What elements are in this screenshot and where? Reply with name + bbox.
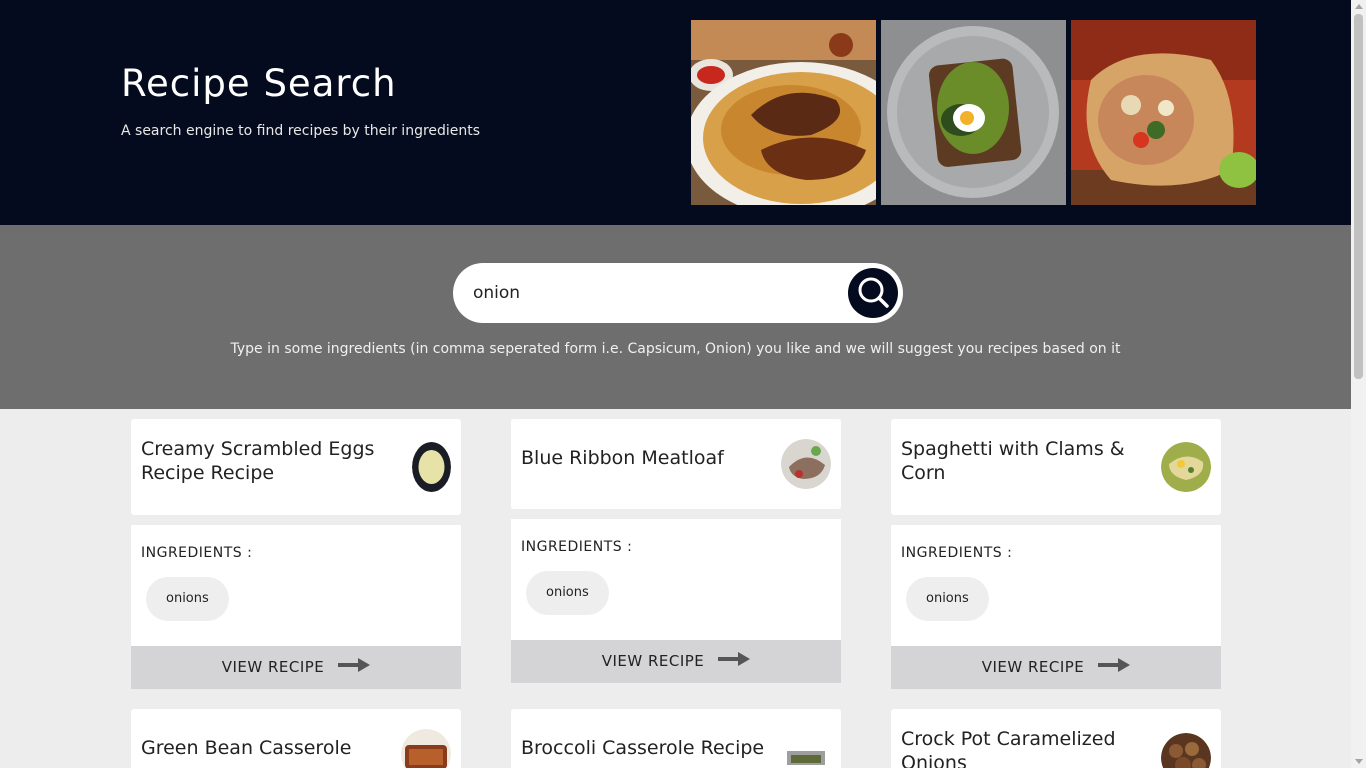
recipe-thumbnail: [401, 729, 451, 768]
ingredient-chip: onions: [146, 577, 229, 621]
ingredients-label: INGREDIENTS :: [901, 545, 1013, 561]
recipe-thumbnail: [412, 442, 451, 492]
recipe-thumbnail: [1161, 442, 1211, 492]
page-subtitle: A search engine to find recipes by their…: [121, 123, 481, 139]
recipe-card-header[interactable]: Crock Pot Caramelized Onions: [891, 709, 1221, 768]
biryani-photo: [691, 20, 876, 205]
view-recipe-label: VIEW RECIPE: [981, 658, 1085, 676]
view-recipe-button[interactable]: VIEW RECIPE: [511, 640, 841, 683]
arrow-right-icon: [338, 646, 371, 689]
recipe-card-header[interactable]: Green Bean Casserole: [131, 709, 461, 768]
avocado-toast-photo: [881, 20, 1066, 205]
arrow-right-icon: [718, 640, 751, 683]
view-recipe-button[interactable]: VIEW RECIPE: [891, 646, 1221, 689]
scroll-down-icon[interactable]: [1355, 759, 1363, 764]
magnifier-icon: [858, 277, 889, 308]
recipe-card-header[interactable]: Spaghetti with Clams & Corn: [891, 419, 1221, 515]
recipe-title: Green Bean Casserole: [141, 737, 352, 759]
scroll-up-icon[interactable]: [1355, 4, 1363, 9]
view-recipe-label: VIEW RECIPE: [221, 658, 325, 676]
recipe-card-header[interactable]: Blue Ribbon Meatloaf: [511, 419, 841, 509]
burrito-photo: [1071, 20, 1256, 205]
recipe-results: Creamy Scrambled Eggs Recipe Recipe INGR…: [0, 409, 1351, 768]
search-bar: [453, 263, 903, 323]
recipe-title: Creamy Scrambled Eggs Recipe Recipe: [141, 438, 375, 484]
scrollbar-thumb[interactable]: [1354, 14, 1363, 379]
page-scrollbar[interactable]: [1351, 0, 1366, 768]
page-title: Recipe Search: [121, 62, 397, 105]
recipe-thumbnail: [781, 439, 831, 489]
search-button[interactable]: [848, 268, 898, 318]
recipe-thumbnail: [1161, 733, 1211, 768]
recipe-title: Broccoli Casserole Recipe: [521, 737, 765, 759]
ingredients-panel: INGREDIENTS : onions: [511, 519, 841, 640]
recipe-thumbnail: [781, 729, 831, 768]
ingredient-chip: onions: [906, 577, 989, 621]
recipe-title: Crock Pot Caramelized Onions: [901, 728, 1116, 768]
ingredients-label: INGREDIENTS :: [521, 539, 633, 555]
page-header: Recipe Search A search engine to find re…: [0, 0, 1351, 225]
ingredients-panel: INGREDIENTS : onions: [131, 525, 461, 646]
search-hint: Type in some ingredients (in comma seper…: [230, 341, 1121, 357]
arrow-right-icon: [1098, 646, 1131, 689]
ingredients-label: INGREDIENTS :: [141, 545, 253, 561]
recipe-title: Spaghetti with Clams & Corn: [901, 438, 1125, 484]
recipe-card-header[interactable]: Creamy Scrambled Eggs Recipe Recipe: [131, 419, 461, 515]
view-recipe-label: VIEW RECIPE: [601, 652, 705, 670]
ingredients-panel: INGREDIENTS : onions: [891, 525, 1221, 646]
recipe-card-header[interactable]: Broccoli Casserole Recipe: [511, 709, 841, 768]
search-section: Type in some ingredients (in comma seper…: [0, 225, 1351, 409]
view-recipe-button[interactable]: VIEW RECIPE: [131, 646, 461, 689]
recipe-title: Blue Ribbon Meatloaf: [521, 447, 724, 469]
search-input[interactable]: [473, 277, 843, 309]
ingredient-chip: onions: [526, 571, 609, 615]
